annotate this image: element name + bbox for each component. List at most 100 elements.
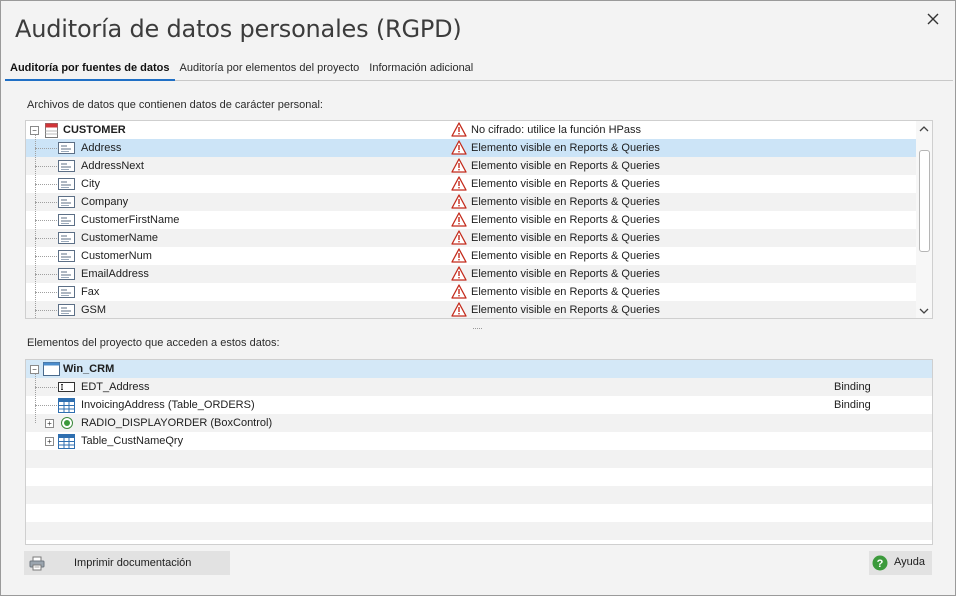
warning-icon: [451, 140, 467, 155]
tree-row-customer[interactable]: − CUSTOMER No cifrado: utilice la función …: [26, 121, 916, 139]
project-section-label: Elementos del proyecto que acceden a est…: [27, 337, 280, 349]
tree-connector: [35, 184, 57, 185]
field-icon: [58, 250, 75, 262]
tree-connector: [35, 374, 36, 423]
scroll-down-icon[interactable]: [919, 307, 929, 315]
field-icon: [58, 196, 75, 208]
warning-icon: [451, 302, 467, 317]
datafiles-tree[interactable]: − CUSTOMER No cifrado: utilice la función …: [25, 120, 933, 319]
tree-row-field[interactable]: CustomerNum Elemento visible en Reports &…: [26, 247, 916, 265]
encryption-warning-text: No cifrado: utilice la función HPass: [471, 124, 641, 136]
tree-connector: [35, 274, 57, 275]
control-name: EDT_Address: [81, 381, 150, 393]
empty-row: [26, 468, 932, 486]
field-name: Company: [81, 196, 129, 208]
warning-icon: [451, 194, 467, 209]
binding-label: Binding: [834, 381, 871, 393]
expand-toggle[interactable]: +: [45, 437, 54, 446]
field-icon: [58, 178, 75, 190]
field-icon: [58, 304, 75, 316]
splitter-grip[interactable]: ·····: [472, 323, 483, 333]
tree-row-field[interactable]: AddressNext Elemento visible en Reports &…: [26, 157, 916, 175]
window-name: Win_CRM: [63, 363, 115, 375]
help-button[interactable]: ? Ayuda: [869, 551, 932, 575]
project-tree[interactable]: − Win_CRM EDT_Address Binding InvoicingAddre…: [25, 359, 933, 545]
tab-audit-by-project-elements[interactable]: Auditoría por elementos del proyecto: [175, 59, 365, 81]
field-name: City: [81, 178, 100, 190]
tree-row-control[interactable]: InvoicingAddress (Table_ORDERS) Binding: [26, 396, 932, 414]
scroll-up-icon[interactable]: [919, 125, 929, 133]
close-button[interactable]: [921, 7, 945, 31]
control-name: InvoicingAddress (Table_ORDERS): [81, 399, 255, 411]
control-name: RADIO_DISPLAYORDER (BoxControl): [81, 417, 273, 429]
tree-row-field[interactable]: CustomerName Elemento visible en Reports …: [26, 229, 916, 247]
tree-connector: [35, 238, 57, 239]
visibility-warning-text: Elemento visible en Reports & Queries: [471, 142, 660, 154]
visibility-warning-text: Elemento visible en Reports & Queries: [471, 196, 660, 208]
collapse-toggle[interactable]: −: [30, 365, 39, 374]
tree-row-field[interactable]: Address Elemento visible en Reports & Que…: [26, 139, 916, 157]
printer-icon: [29, 556, 45, 571]
collapse-toggle[interactable]: −: [30, 126, 39, 135]
tree-row-window[interactable]: − Win_CRM: [26, 360, 932, 378]
expand-toggle[interactable]: +: [45, 419, 54, 428]
help-button-label: Ayuda: [894, 556, 925, 568]
table-icon: [58, 434, 75, 449]
warning-icon: [451, 122, 467, 137]
tree-connector: [35, 405, 57, 406]
visibility-warning-text: Elemento visible en Reports & Queries: [471, 232, 660, 244]
tab-bar: Auditoría por fuentes de datos Auditoría…: [5, 59, 953, 81]
tab-additional-info[interactable]: Información adicional: [364, 59, 478, 81]
datafiles-scroll-thumb[interactable]: [919, 150, 930, 252]
warning-icon: [451, 176, 467, 191]
warning-icon: [451, 248, 467, 263]
table-name: CUSTOMER: [63, 124, 126, 136]
visibility-warning-text: Elemento visible en Reports & Queries: [471, 268, 660, 280]
print-documentation-button[interactable]: Imprimir documentación: [24, 551, 230, 575]
binding-label: Binding: [834, 399, 871, 411]
tree-row-field[interactable]: Fax Elemento visible en Reports & Queries: [26, 283, 916, 301]
control-name: Table_CustNameQry: [81, 435, 184, 447]
visibility-warning-text: Elemento visible en Reports & Queries: [471, 160, 660, 172]
empty-row: [26, 486, 932, 504]
tree-row-field[interactable]: GSM Elemento visible en Reports & Queries: [26, 301, 916, 318]
tree-row-field[interactable]: EmailAddress Elemento visible en Reports …: [26, 265, 916, 283]
radio-icon: [61, 417, 73, 429]
warning-icon: [451, 230, 467, 245]
field-icon: [58, 232, 75, 244]
field-name: Address: [81, 142, 122, 154]
tree-row-control[interactable]: + Table_CustNameQry: [26, 432, 932, 450]
warning-icon: [451, 158, 467, 173]
field-name: GSM: [81, 304, 107, 316]
tree-connector: [35, 220, 57, 221]
visibility-warning-text: Elemento visible en Reports & Queries: [471, 214, 660, 226]
datafiles-scrollbar[interactable]: [916, 121, 932, 318]
field-name: EmailAddress: [81, 268, 149, 280]
tree-row-control[interactable]: EDT_Address Binding: [26, 378, 932, 396]
field-name: Fax: [81, 286, 100, 298]
tree-row-field[interactable]: Company Elemento visible en Reports & Que…: [26, 193, 916, 211]
window-icon: [43, 362, 60, 376]
tree-connector: [35, 387, 57, 388]
field-icon: [58, 214, 75, 226]
edit-control-icon: [58, 382, 75, 392]
tree-connector: [35, 310, 57, 311]
field-name: AddressNext: [81, 160, 144, 172]
tree-connector: [35, 202, 57, 203]
tree-connector: [35, 148, 57, 149]
tree-row-field[interactable]: CustomerFirstName Elemento visible en Rep…: [26, 211, 916, 229]
field-name: CustomerName: [81, 232, 159, 244]
table-icon: [58, 398, 75, 413]
tree-row-control[interactable]: + RADIO_DISPLAYORDER (BoxControl): [26, 414, 932, 432]
table-file-icon: [45, 123, 58, 138]
dialog-title: Auditoría de datos personales (RGPD): [15, 15, 462, 43]
empty-row: [26, 450, 932, 468]
datafiles-section-label: Archivos de datos que contienen datos de…: [27, 99, 323, 111]
warning-icon: [451, 266, 467, 281]
tree-connector: [35, 256, 57, 257]
tab-audit-by-datasources[interactable]: Auditoría por fuentes de datos: [5, 59, 175, 81]
tree-row-field[interactable]: City Elemento visible en Reports & Querie…: [26, 175, 916, 193]
empty-row: [26, 504, 932, 522]
field-icon: [58, 268, 75, 280]
field-icon: [58, 286, 75, 298]
